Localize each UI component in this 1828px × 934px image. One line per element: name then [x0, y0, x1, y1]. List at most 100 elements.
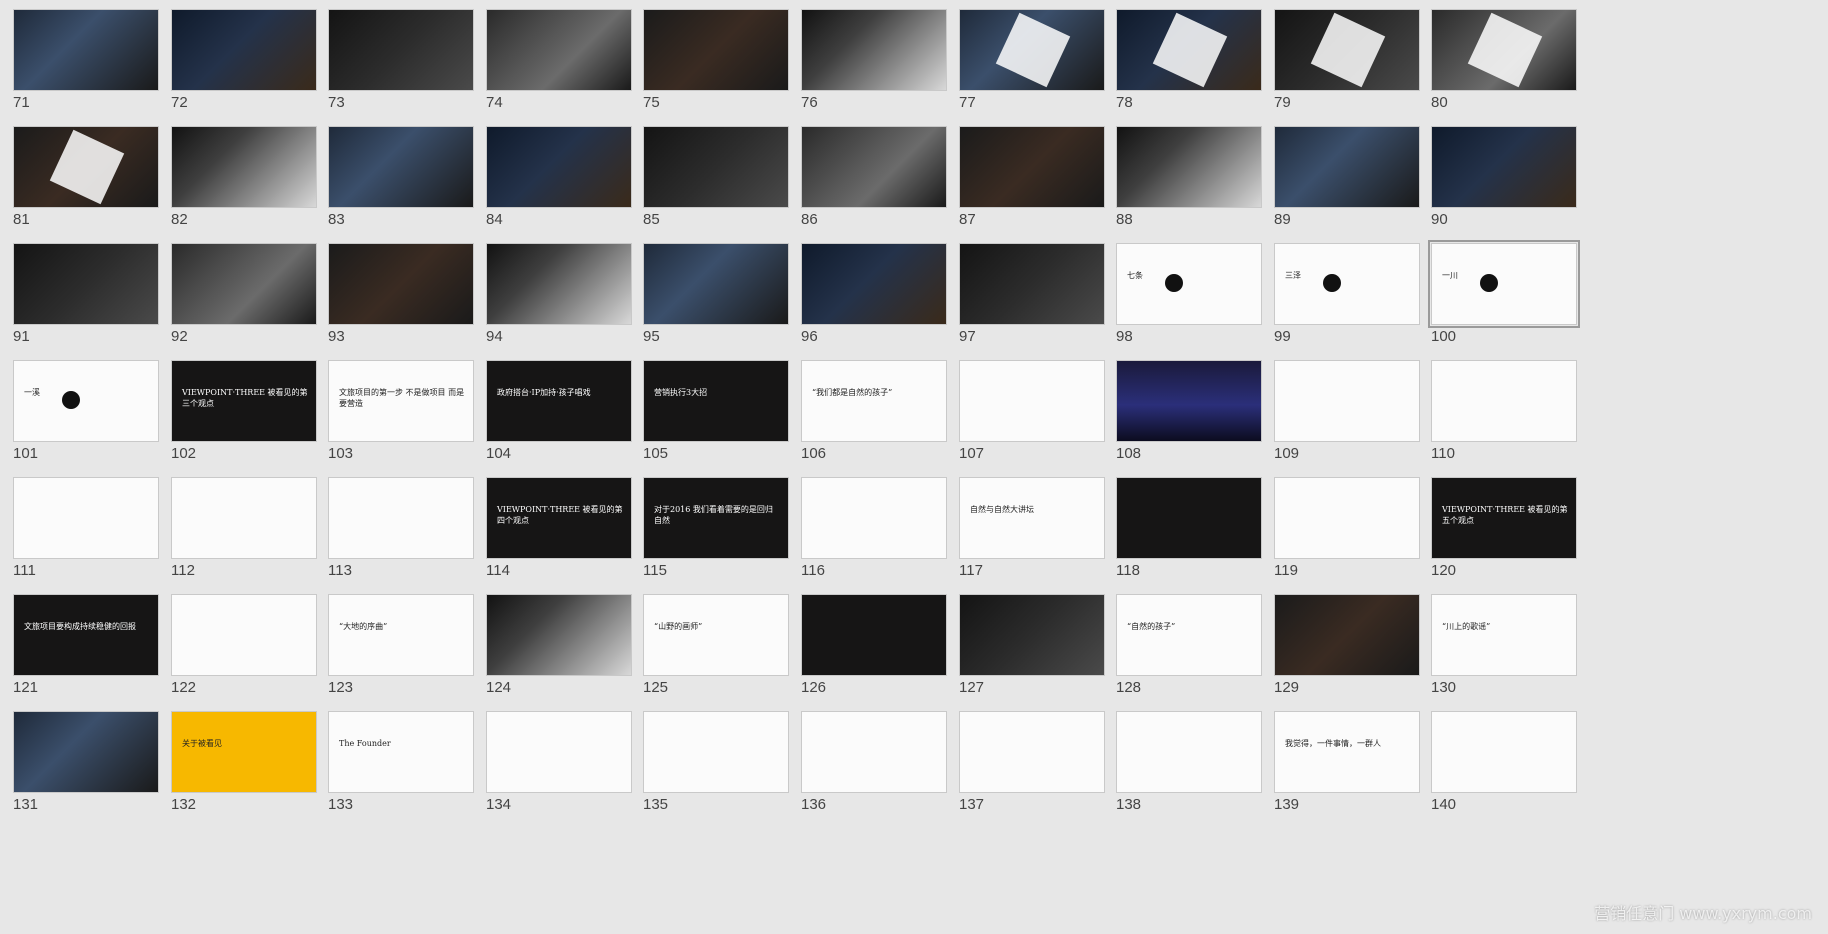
slide-thumbnail-130[interactable]: “川上的歌谣” 130	[1431, 594, 1579, 704]
slide-preview[interactable]	[13, 9, 159, 91]
slide-preview[interactable]: 关于被看见	[171, 711, 317, 793]
slide-thumbnail-136[interactable]: 136	[801, 711, 949, 821]
slide-thumbnail-71[interactable]: 71	[13, 9, 161, 119]
slide-preview[interactable]	[1431, 9, 1577, 91]
slide-preview[interactable]	[801, 711, 947, 793]
slide-preview[interactable]	[959, 9, 1105, 91]
slide-preview[interactable]	[171, 9, 317, 91]
slide-preview[interactable]: VIEWPOINT·THREE 被看见的第三个观点	[171, 360, 317, 442]
slide-preview[interactable]	[643, 711, 789, 793]
slide-thumbnail-78[interactable]: 78	[1116, 9, 1264, 119]
slide-thumbnail-129[interactable]: 129	[1274, 594, 1422, 704]
slide-preview[interactable]: 对于2016 我们看着需要的是回归自然	[643, 477, 789, 559]
slide-preview[interactable]	[1116, 711, 1262, 793]
slide-thumbnail-81[interactable]: 81	[13, 126, 161, 236]
slide-thumbnail-110[interactable]: 110	[1431, 360, 1579, 470]
slide-preview[interactable]	[1274, 126, 1420, 208]
slide-preview[interactable]	[171, 126, 317, 208]
slide-preview[interactable]: 一溪	[13, 360, 159, 442]
slide-preview[interactable]	[1116, 360, 1262, 442]
slide-thumbnail-107[interactable]: 107	[959, 360, 1107, 470]
slide-thumbnail-124[interactable]: 124	[486, 594, 634, 704]
slide-preview[interactable]: “大地的序曲”	[328, 594, 474, 676]
slide-preview[interactable]: 一川	[1428, 240, 1580, 328]
slide-preview[interactable]	[801, 594, 947, 676]
slide-preview[interactable]	[1116, 126, 1262, 208]
slide-preview[interactable]	[13, 477, 159, 559]
slide-thumbnail-89[interactable]: 89	[1274, 126, 1422, 236]
slide-thumbnail-106[interactable]: “我们都是自然的孩子” 106	[801, 360, 949, 470]
slide-thumbnail-101[interactable]: 一溪 101	[13, 360, 161, 470]
slide-preview[interactable]	[643, 9, 789, 91]
slide-preview[interactable]	[171, 594, 317, 676]
slide-preview[interactable]	[1274, 9, 1420, 91]
slide-thumbnail-88[interactable]: 88	[1116, 126, 1264, 236]
slide-preview[interactable]	[13, 243, 159, 325]
slide-preview[interactable]: 文旅项目要构成持续稳健的回报	[13, 594, 159, 676]
slide-preview[interactable]	[801, 477, 947, 559]
slide-thumbnail-139[interactable]: 我觉得，一件事情，一群人 139	[1274, 711, 1422, 821]
slide-preview[interactable]: 营销执行3大招	[643, 360, 789, 442]
slide-thumbnail-111[interactable]: 111	[13, 477, 161, 587]
slide-preview[interactable]: 三泽	[1274, 243, 1420, 325]
slide-preview[interactable]	[1116, 477, 1262, 559]
slide-preview[interactable]	[801, 126, 947, 208]
slide-preview[interactable]	[1274, 477, 1420, 559]
slide-thumbnail-135[interactable]: 135	[643, 711, 791, 821]
slide-thumbnail-76[interactable]: 76	[801, 9, 949, 119]
slide-preview[interactable]: “我们都是自然的孩子”	[801, 360, 947, 442]
slide-thumbnail-119[interactable]: 119	[1274, 477, 1422, 587]
slide-thumbnail-115[interactable]: 对于2016 我们看着需要的是回归自然 115	[643, 477, 791, 587]
slide-preview[interactable]: “自然的孩子”	[1116, 594, 1262, 676]
slide-preview[interactable]	[486, 594, 632, 676]
slide-thumbnail-82[interactable]: 82	[171, 126, 319, 236]
slide-preview[interactable]	[1116, 9, 1262, 91]
slide-preview[interactable]	[959, 360, 1105, 442]
slide-thumbnail-100[interactable]: 一川 100	[1428, 240, 1580, 353]
slide-thumbnail-90[interactable]: 90	[1431, 126, 1579, 236]
slide-thumbnail-94[interactable]: 94	[486, 243, 634, 353]
slide-thumbnail-128[interactable]: “自然的孩子” 128	[1116, 594, 1264, 704]
slide-thumbnail-126[interactable]: 126	[801, 594, 949, 704]
slide-preview[interactable]: 七条	[1116, 243, 1262, 325]
slide-thumbnail-86[interactable]: 86	[801, 126, 949, 236]
slide-preview[interactable]	[171, 243, 317, 325]
slide-thumbnail-102[interactable]: VIEWPOINT·THREE 被看见的第三个观点 102	[171, 360, 319, 470]
slide-thumbnail-73[interactable]: 73	[328, 9, 476, 119]
slide-preview[interactable]	[486, 243, 632, 325]
slide-thumbnail-109[interactable]: 109	[1274, 360, 1422, 470]
slide-preview[interactable]	[1274, 360, 1420, 442]
slide-preview[interactable]	[328, 126, 474, 208]
slide-thumbnail-132[interactable]: 关于被看见 132	[171, 711, 319, 821]
slide-thumbnail-122[interactable]: 122	[171, 594, 319, 704]
slide-preview[interactable]: “山野的画师”	[643, 594, 789, 676]
slide-thumbnail-83[interactable]: 83	[328, 126, 476, 236]
slide-preview[interactable]	[1431, 126, 1577, 208]
slide-thumbnail-103[interactable]: 文旅项目的第一步 不是做项目 而是要营造 103	[328, 360, 476, 470]
slide-preview[interactable]: 我觉得，一件事情，一群人	[1274, 711, 1420, 793]
slide-thumbnail-113[interactable]: 113	[328, 477, 476, 587]
slide-thumbnail-120[interactable]: VIEWPOINT·THREE 被看见的第五个观点 120	[1431, 477, 1579, 587]
slide-thumbnail-140[interactable]: 140	[1431, 711, 1579, 821]
slide-thumbnail-84[interactable]: 84	[486, 126, 634, 236]
slide-thumbnail-75[interactable]: 75	[643, 9, 791, 119]
slide-thumbnail-133[interactable]: The Founder 133	[328, 711, 476, 821]
slide-thumbnail-93[interactable]: 93	[328, 243, 476, 353]
slide-preview[interactable]	[801, 243, 947, 325]
slide-thumbnail-99[interactable]: 三泽 99	[1274, 243, 1422, 353]
slide-thumbnail-95[interactable]: 95	[643, 243, 791, 353]
slide-preview[interactable]	[486, 126, 632, 208]
slide-thumbnail-127[interactable]: 127	[959, 594, 1107, 704]
slide-preview[interactable]	[328, 477, 474, 559]
slide-preview[interactable]	[801, 9, 947, 91]
slide-preview[interactable]	[13, 711, 159, 793]
slide-preview[interactable]	[486, 9, 632, 91]
slide-thumbnail-121[interactable]: 文旅项目要构成持续稳健的回报 121	[13, 594, 161, 704]
slide-preview[interactable]	[1431, 711, 1577, 793]
slide-preview[interactable]: VIEWPOINT·THREE 被看见的第五个观点	[1431, 477, 1577, 559]
slide-thumbnail-108[interactable]: 108	[1116, 360, 1264, 470]
slide-thumbnail-87[interactable]: 87	[959, 126, 1107, 236]
slide-preview[interactable]: VIEWPOINT·THREE 被看见的第四个观点	[486, 477, 632, 559]
slide-thumbnail-98[interactable]: 七条 98	[1116, 243, 1264, 353]
slide-thumbnail-96[interactable]: 96	[801, 243, 949, 353]
